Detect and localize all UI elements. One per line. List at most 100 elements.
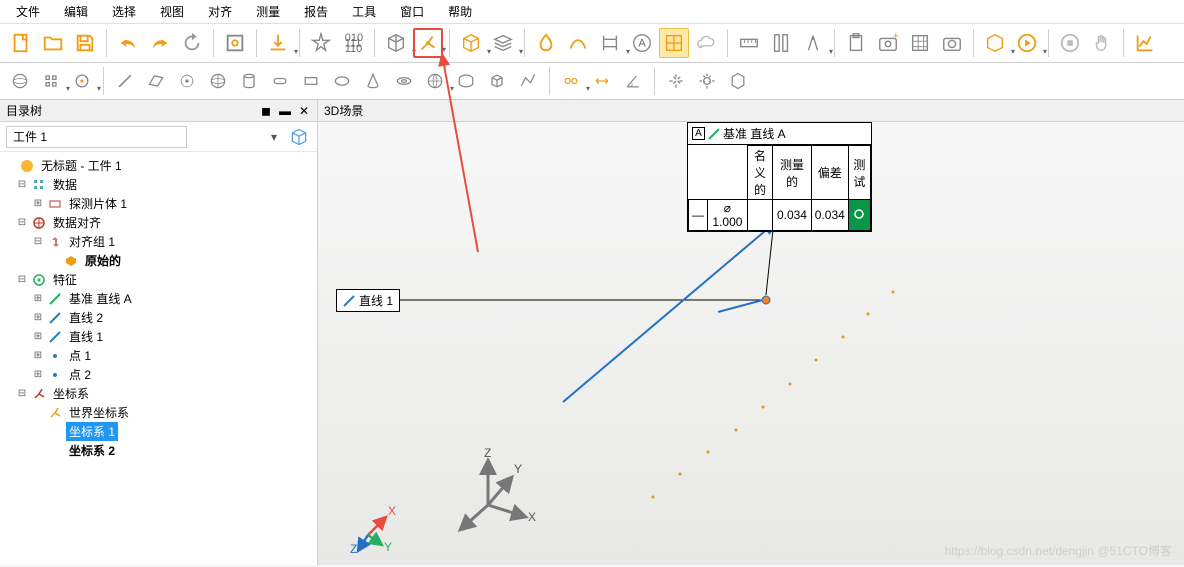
line-icon (343, 295, 355, 307)
tree-world-cs[interactable]: 世界坐标系 (0, 403, 317, 422)
main-area: 目录树 ◼ ▬ ✕ ▾无标题 - 工件 1 ⊟数据 ⊞探测片体 1 ⊟数据对齐 … (0, 100, 1184, 565)
svg-text:Z: Z (350, 542, 357, 555)
refresh-button[interactable] (177, 28, 207, 58)
module-button[interactable]: ▾ (980, 28, 1010, 58)
callout-line-1[interactable]: 直线 1 (336, 289, 400, 312)
callout-line-1-label: 直线 1 (359, 292, 393, 309)
watermark: https://blog.csdn.net/dengjin @51CTO博客 (945, 542, 1172, 559)
menu-report[interactable]: 报告 (292, 0, 340, 23)
part-selector[interactable] (6, 126, 187, 148)
menu-help[interactable]: 帮助 (436, 0, 484, 23)
tree-cs-2[interactable]: 坐标系 2 (0, 441, 317, 460)
part-selector-row (0, 122, 317, 152)
gear-tool-button[interactable] (693, 67, 721, 95)
settings-button[interactable] (220, 28, 250, 58)
tree-align-group[interactable]: ⊟对齐组 1 (0, 232, 317, 251)
cloud-button[interactable] (691, 28, 721, 58)
slot-tool-button[interactable] (266, 67, 294, 95)
tree-line-2[interactable]: ⊞直线 2 (0, 308, 317, 327)
svg-text:A: A (638, 38, 646, 50)
hex-tool-button[interactable] (724, 67, 752, 95)
point-tool-button[interactable] (173, 67, 201, 95)
tree-data[interactable]: ⊟数据 (0, 175, 317, 194)
measure-button[interactable] (766, 28, 796, 58)
new-file-button[interactable] (6, 28, 36, 58)
tree-panel-header: 目录树 ◼ ▬ ✕ (0, 100, 317, 122)
menu-file[interactable]: 文件 (4, 0, 52, 23)
table-button[interactable] (905, 28, 935, 58)
plane-tool-button[interactable] (142, 67, 170, 95)
panel-pin-icon[interactable]: ◼ (259, 104, 273, 118)
th-test: 测试 (848, 146, 870, 200)
import-button[interactable]: ▾ (263, 28, 293, 58)
open-file-button[interactable] (38, 28, 68, 58)
menu-align[interactable]: 对齐 (196, 0, 244, 23)
globe-button[interactable] (6, 67, 34, 95)
tree-coord-systems[interactable]: ⊟坐标系 (0, 384, 317, 403)
tree-datum-line-a[interactable]: ⊞基准 直线 A (0, 289, 317, 308)
stop-button[interactable] (1055, 28, 1085, 58)
annotation-a-button[interactable]: A (627, 28, 657, 58)
grid-feature-button[interactable]: ▾ (37, 67, 65, 95)
hand-button[interactable] (1087, 28, 1117, 58)
cell-nominal: 1.000 (712, 215, 742, 229)
compass-button[interactable]: ▾ (798, 28, 828, 58)
datum-badge: A (692, 127, 705, 140)
svg-text:Y: Y (384, 540, 392, 554)
spark-tool-button[interactable] (662, 67, 690, 95)
sidebar: 目录树 ◼ ▬ ✕ ▾无标题 - 工件 1 ⊟数据 ⊞探测片体 1 ⊟数据对齐 … (0, 100, 318, 565)
cell-dev1: 0.034 (773, 200, 812, 231)
sphere-tool-button[interactable] (204, 67, 232, 95)
diameter-symbol: ⌀ (724, 201, 731, 215)
line-tool-button[interactable] (111, 67, 139, 95)
th-deviation: 偏差 (811, 146, 848, 200)
target-point-button[interactable]: ▾ (68, 67, 96, 95)
svg-text:X: X (528, 510, 536, 524)
feature-tree: ▾无标题 - 工件 1 ⊟数据 ⊞探测片体 1 ⊟数据对齐 ⊟对齐组 1 原始的… (0, 152, 317, 565)
cell-dash: — (689, 200, 708, 231)
chart-button[interactable] (1130, 28, 1160, 58)
axes-gizmo-large[interactable]: Z X Y (438, 445, 538, 545)
clipboard-button[interactable] (841, 28, 871, 58)
panel-close-icon[interactable]: ✕ (297, 104, 311, 118)
tree-point-2[interactable]: ⊞点 2 (0, 365, 317, 384)
th-nominal: 名义的 (747, 146, 772, 200)
tree-original[interactable]: 原始的 (0, 251, 317, 270)
menu-measure[interactable]: 测量 (244, 0, 292, 23)
menu-tools[interactable]: 工具 (340, 0, 388, 23)
tree-root[interactable]: ▾无标题 - 工件 1 (0, 156, 317, 175)
camera-plus-button[interactable]: + (873, 28, 903, 58)
callout-datum-a[interactable]: A 基准 直线 A 名义的 测量的 偏差 测试 — ⌀ 1.000 (687, 122, 872, 232)
menu-edit[interactable]: 编辑 (52, 0, 100, 23)
grid-active-button[interactable] (659, 28, 689, 58)
save-button[interactable] (70, 28, 100, 58)
ruler-button[interactable] (734, 28, 764, 58)
tree-features[interactable]: ⊟特征 (0, 270, 317, 289)
svg-text:Z: Z (484, 446, 491, 460)
undo-button[interactable] (113, 28, 143, 58)
menu-view[interactable]: 视图 (148, 0, 196, 23)
axes-gizmo-small[interactable]: X Y Z (338, 495, 398, 555)
part-cube-icon[interactable] (287, 125, 311, 149)
tree-cs-1[interactable]: 坐标系 1 (0, 422, 317, 441)
tree-line-1[interactable]: ⊞直线 1 (0, 327, 317, 346)
tree-point-1[interactable]: ⊞点 1 (0, 346, 317, 365)
callout-table: 名义的 测量的 偏差 测试 — ⌀ 1.000 0.034 0.034 (688, 145, 871, 231)
redo-button[interactable] (145, 28, 175, 58)
angle-tool-button[interactable] (619, 67, 647, 95)
panel-min-icon[interactable]: ▬ (277, 104, 293, 118)
tree-panel-title: 目录树 (6, 102, 42, 119)
scene-canvas[interactable]: 直线 1 A 基准 直线 A 名义的 测量的 偏差 测试 (318, 122, 1184, 565)
callout-datum-title: 基准 直线 A (723, 125, 786, 142)
camera-button[interactable] (937, 28, 967, 58)
menu-select[interactable]: 选择 (100, 0, 148, 23)
svg-text:X: X (388, 504, 396, 518)
viewport-3d[interactable]: 3D场景 (318, 100, 1184, 565)
tree-data-align[interactable]: ⊟数据对齐 (0, 213, 317, 232)
tree-probe-body[interactable]: ⊞探测片体 1 (0, 194, 317, 213)
cylinder-tool-button[interactable] (235, 67, 263, 95)
svg-text:Y: Y (514, 462, 522, 476)
cell-status (848, 200, 870, 231)
play-button[interactable]: ▾ (1012, 28, 1042, 58)
menu-window[interactable]: 窗口 (388, 0, 436, 23)
